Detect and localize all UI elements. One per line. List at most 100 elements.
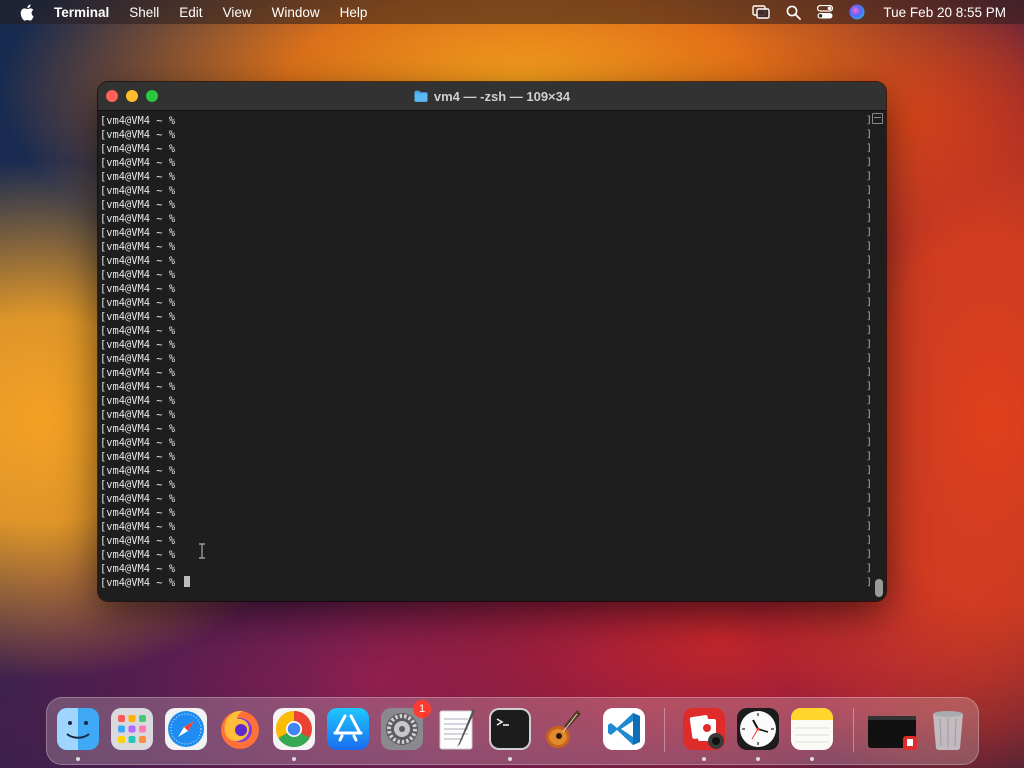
line-mark: ] xyxy=(866,395,873,406)
window-thumbnail-icon xyxy=(868,716,917,750)
line-mark: ] xyxy=(866,381,873,392)
menu-window[interactable]: Window xyxy=(272,5,320,20)
shell-prompt: [vm4@VM4 ~ % xyxy=(100,157,182,169)
line-mark: ] xyxy=(866,171,873,182)
menu-edit[interactable]: Edit xyxy=(179,5,202,20)
line-mark: ] xyxy=(866,213,873,224)
shell-prompt: [vm4@VM4 ~ % xyxy=(100,563,182,575)
apple-menu-icon[interactable] xyxy=(18,3,36,21)
app-menu-terminal[interactable]: Terminal xyxy=(54,5,109,20)
scrollbar[interactable]: ]]]]]]]]]]]]]]]]]]]]]]]]]]]]]]]]]] xyxy=(866,111,886,601)
shell-prompt: [vm4@VM4 ~ % xyxy=(100,353,182,365)
scrollbar-thumb[interactable] xyxy=(875,579,883,597)
shell-prompt: [vm4@VM4 ~ % xyxy=(100,143,182,155)
text-cursor-ibeam-icon xyxy=(198,543,206,564)
terminal-line: [vm4@VM4 ~ % xyxy=(100,128,866,142)
menubar-clock[interactable]: Tue Feb 20 8:55 PM xyxy=(883,5,1006,20)
terminal-line: [vm4@VM4 ~ % xyxy=(100,478,866,492)
line-mark: ] xyxy=(866,479,873,490)
trash-icon xyxy=(933,711,963,751)
terminal-line: [vm4@VM4 ~ % xyxy=(100,450,866,464)
line-mark: ] xyxy=(866,353,873,364)
dock-safari[interactable] xyxy=(163,706,209,752)
dock-garageband[interactable] xyxy=(541,706,587,752)
terminal-line: [vm4@VM4 ~ % xyxy=(100,296,866,310)
terminal-icon xyxy=(489,708,531,750)
photo-booth-icon xyxy=(683,708,725,750)
terminal-line: [vm4@VM4 ~ % xyxy=(100,254,866,268)
line-mark: ] xyxy=(866,549,873,560)
shell-prompt: [vm4@VM4 ~ % xyxy=(100,367,182,379)
app-store-icon xyxy=(327,708,369,750)
terminal-line: [vm4@VM4 ~ % xyxy=(100,436,866,450)
line-mark: ] xyxy=(866,129,873,140)
terminal-line: [vm4@VM4 ~ % xyxy=(100,548,866,562)
terminal-line: [vm4@VM4 ~ % xyxy=(100,170,866,184)
dock-vscode[interactable] xyxy=(601,706,647,752)
terminal-line: [vm4@VM4 ~ % xyxy=(100,324,866,338)
terminal-line: [vm4@VM4 ~ % xyxy=(100,184,866,198)
terminal-line: [vm4@VM4 ~ % xyxy=(100,198,866,212)
dock-firefox[interactable] xyxy=(217,706,263,752)
terminal-cursor xyxy=(184,576,191,587)
terminal-line: [vm4@VM4 ~ % xyxy=(100,492,866,506)
terminal-line: [vm4@VM4 ~ % xyxy=(100,156,866,170)
shell-prompt: [vm4@VM4 ~ % xyxy=(100,297,182,309)
shell-prompt: [vm4@VM4 ~ % xyxy=(100,269,182,281)
terminal-line: [vm4@VM4 ~ % xyxy=(100,310,866,324)
dock-photo-booth[interactable] xyxy=(681,706,727,761)
line-mark: ] xyxy=(866,367,873,378)
shell-prompt: [vm4@VM4 ~ % xyxy=(100,493,182,505)
terminal-output[interactable]: [vm4@VM4 ~ % [vm4@VM4 ~ % [vm4@VM4 ~ % [… xyxy=(98,111,866,601)
dock-textedit[interactable] xyxy=(433,706,479,752)
shell-prompt: [vm4@VM4 ~ % xyxy=(100,255,182,267)
shell-prompt: [vm4@VM4 ~ % xyxy=(100,535,182,547)
line-mark: ] xyxy=(866,507,873,518)
shell-prompt: [vm4@VM4 ~ % xyxy=(100,171,182,183)
dock-chrome[interactable] xyxy=(271,706,317,761)
split-pane-icon[interactable] xyxy=(872,113,883,124)
textedit-icon xyxy=(439,709,475,750)
line-mark: ] xyxy=(866,157,873,168)
shell-prompt: [vm4@VM4 ~ % xyxy=(100,213,182,225)
terminal-line: [vm4@VM4 ~ % xyxy=(100,408,866,422)
control-center-icon[interactable] xyxy=(817,5,834,19)
spotlight-search-icon[interactable] xyxy=(786,5,802,20)
menu-help[interactable]: Help xyxy=(340,5,368,20)
terminal-window: vm4 — -zsh — 109×34 [vm4@VM4 ~ % [vm4@VM… xyxy=(98,82,886,601)
window-titlebar[interactable]: vm4 — -zsh — 109×34 xyxy=(98,82,886,111)
dock-app-store[interactable] xyxy=(325,706,371,752)
menu-shell[interactable]: Shell xyxy=(129,5,159,20)
siri-icon[interactable] xyxy=(849,4,865,20)
folder-icon xyxy=(414,90,428,102)
shell-prompt: [vm4@VM4 ~ % xyxy=(100,395,182,407)
line-mark: ] xyxy=(866,339,873,350)
terminal-line: [vm4@VM4 ~ % xyxy=(100,422,866,436)
terminal-line: [vm4@VM4 ~ % xyxy=(100,366,866,380)
dock-finder[interactable] xyxy=(55,706,101,761)
line-mark: ] xyxy=(866,563,873,574)
dock-trash[interactable] xyxy=(925,706,971,752)
notes-icon xyxy=(791,708,833,750)
garageband-icon xyxy=(546,710,581,748)
line-mark: ] xyxy=(866,493,873,504)
dock-launchpad[interactable] xyxy=(109,706,155,752)
vscode-icon xyxy=(603,708,645,750)
shell-prompt: [vm4@VM4 ~ % xyxy=(100,465,182,477)
line-mark: ] xyxy=(866,143,873,154)
chrome-icon xyxy=(273,708,315,750)
shell-prompt: [vm4@VM4 ~ % xyxy=(100,479,182,491)
dock-system-settings[interactable]: 1 xyxy=(379,700,431,752)
dock-notes[interactable] xyxy=(789,706,835,761)
menu-bar: Terminal Shell Edit View Window Help Tue… xyxy=(0,0,1024,24)
menu-view[interactable]: View xyxy=(223,5,252,20)
dock-clock[interactable] xyxy=(735,706,781,761)
shell-prompt: [vm4@VM4 ~ % xyxy=(100,521,182,533)
dock: 1 xyxy=(46,697,979,765)
line-mark: ] xyxy=(866,423,873,434)
screen-mirroring-icon[interactable] xyxy=(752,5,771,19)
line-marks: ]]]]]]]]]]]]]]]]]]]]]]]]]]]]]]]]]] xyxy=(866,114,872,590)
dock-minimized-window[interactable] xyxy=(867,706,917,752)
dock-terminal[interactable] xyxy=(487,706,533,761)
terminal-line: [vm4@VM4 ~ % xyxy=(100,114,866,128)
